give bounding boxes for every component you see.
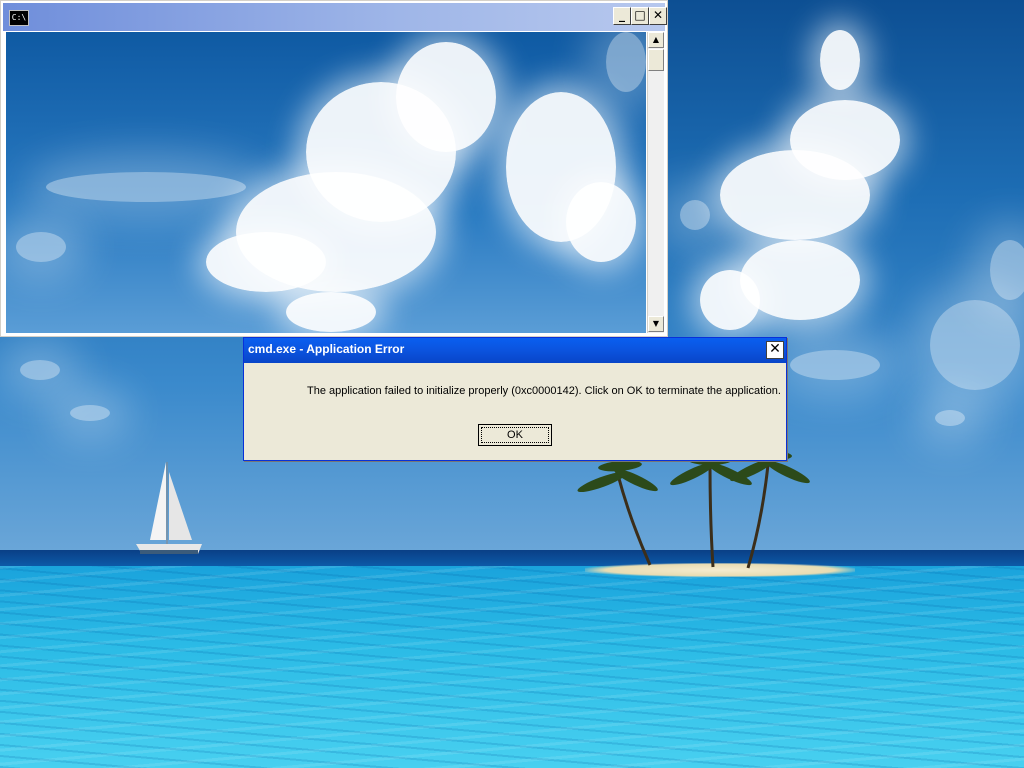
close-icon[interactable]: ✕	[649, 7, 667, 25]
command-prompt-icon[interactable]: C:\	[9, 10, 29, 26]
ok-button[interactable]: OK	[478, 424, 552, 446]
scroll-up-arrow-icon[interactable]: ▲	[648, 32, 664, 48]
vertical-scrollbar[interactable]: ▲ ▼	[647, 32, 664, 333]
maximize-icon[interactable]: □	[631, 7, 649, 25]
application-error-dialog[interactable]: cmd.exe - Application Error ✕ The applic…	[243, 337, 787, 461]
close-icon[interactable]: ✕	[766, 341, 784, 359]
dialog-title: cmd.exe - Application Error	[248, 342, 405, 356]
command-prompt-window[interactable]: C:\ _ □ ✕ ▲ ▼	[0, 0, 668, 337]
ok-button-label: OK	[507, 429, 523, 441]
sailboat-image	[136, 462, 202, 554]
wallpaper-sea	[0, 566, 1024, 768]
dialog-title-bar[interactable]: cmd.exe - Application Error ✕	[244, 338, 786, 363]
scroll-down-arrow-icon[interactable]: ▼	[648, 316, 664, 332]
minimize-icon[interactable]: _	[613, 7, 631, 25]
error-message: The application failed to initialize pro…	[307, 385, 781, 397]
console-title-bar[interactable]: C:\ _ □ ✕	[3, 3, 667, 31]
console-output-area[interactable]	[6, 32, 646, 333]
scrollbar-thumb[interactable]	[648, 49, 664, 71]
